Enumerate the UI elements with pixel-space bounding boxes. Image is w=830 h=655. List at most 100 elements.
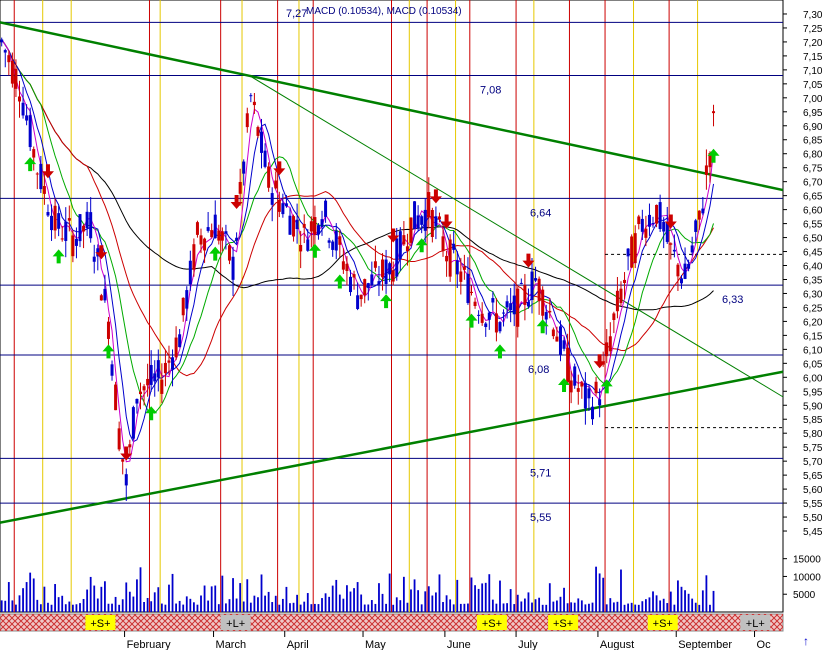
- y-tick-label: 5,95: [803, 387, 823, 398]
- candle-body: [445, 255, 449, 262]
- candle-body: [227, 245, 231, 261]
- candle-body: [252, 101, 256, 106]
- candle-body: [420, 216, 424, 225]
- candle-body: [128, 444, 132, 448]
- candle-body: [224, 231, 228, 234]
- volume-bar: [488, 574, 491, 612]
- volume-bar: [516, 594, 519, 612]
- candle-body: [67, 218, 71, 221]
- volume-bar: [104, 581, 106, 612]
- y-tick-label: 6,30: [803, 289, 823, 300]
- candle-body: [10, 60, 14, 84]
- volume-bar: [659, 600, 662, 612]
- candle-body: [195, 222, 199, 235]
- candle-body: [494, 313, 498, 333]
- volume-bar: [385, 603, 387, 612]
- candle-body: [502, 312, 506, 314]
- volume-bar: [648, 597, 651, 612]
- volume-bar: [146, 597, 149, 612]
- candle-body: [110, 364, 114, 376]
- candle-body: [398, 231, 402, 259]
- candle-body: [384, 259, 388, 285]
- candle-body: [541, 289, 545, 316]
- candle-body: [60, 238, 64, 240]
- volume-bar: [182, 604, 185, 612]
- volume-bar: [684, 590, 686, 612]
- candle-body: [50, 215, 54, 231]
- candle-body: [448, 239, 452, 277]
- volume-bar: [709, 604, 711, 612]
- y-tick-label: 7,30: [803, 10, 823, 21]
- volume-bar: [669, 591, 672, 612]
- scroll-up-icon[interactable]: ↑: [803, 634, 809, 648]
- candle-body: [185, 290, 189, 309]
- candle-body: [245, 113, 249, 128]
- volume-bar: [160, 603, 163, 612]
- volume-bar: [217, 604, 220, 612]
- volume-bar: [463, 603, 466, 612]
- candle-body: [583, 382, 587, 409]
- candle-body: [373, 261, 377, 268]
- candle-body: [477, 314, 481, 316]
- volume-bar: [406, 602, 409, 612]
- volume-bar: [36, 599, 39, 612]
- candle-body: [21, 102, 25, 116]
- volume-bar: [153, 592, 156, 612]
- volume-bar: [50, 604, 53, 612]
- volume-bar: [545, 604, 548, 612]
- candle-body: [206, 227, 210, 231]
- volume-bar: [459, 603, 462, 612]
- y-tick-label: 6,95: [803, 108, 823, 119]
- price-chart: 7,08 6,64 6,33 6,08 5,71 5,55 7,30 7,25 7,20 7,1…: [0, 0, 830, 651]
- volume-bar: [71, 604, 74, 612]
- candle-body: [619, 288, 623, 304]
- signal-band: +S+ +L+ +S+ +S+ +S+ +L+: [0, 613, 784, 632]
- candle-body: [441, 236, 445, 252]
- y-tick-label: 6,45: [803, 248, 823, 259]
- candle-body: [28, 115, 32, 148]
- candle-body: [334, 230, 338, 251]
- y-tick-label: 6,10: [803, 345, 823, 356]
- volume-bar: [541, 604, 544, 612]
- volume-bar: [7, 582, 10, 612]
- candle-body: [523, 285, 527, 305]
- candle-body: [89, 212, 93, 239]
- candle-body: [512, 295, 516, 315]
- candle-body: [139, 391, 143, 395]
- volume-bar: [292, 602, 295, 612]
- volume-bar: [143, 602, 145, 612]
- candle-body: [484, 323, 488, 328]
- volume-bar: [456, 579, 459, 612]
- volume-bar: [264, 595, 266, 612]
- volume-bar: [467, 603, 469, 612]
- volume-bar: [328, 596, 331, 612]
- volume-bar: [705, 575, 708, 612]
- candle-body: [537, 278, 541, 302]
- candle-body: [687, 263, 691, 269]
- y-tick-label: 6,15: [803, 331, 823, 342]
- volume-bar: [68, 601, 71, 612]
- candle-body: [135, 398, 139, 404]
- candle-body: [149, 365, 153, 385]
- volume-bar: [22, 588, 24, 612]
- candle-body: [405, 246, 409, 252]
- x-tick-label: May: [365, 639, 386, 650]
- y-tick-label: 5,65: [803, 471, 823, 482]
- volume-bar: [691, 598, 694, 612]
- candle-body: [587, 388, 591, 399]
- volume-bar: [627, 603, 629, 612]
- volume-bar: [481, 583, 484, 612]
- candle-body: [366, 283, 370, 288]
- candle-body: [71, 235, 75, 257]
- volume-bar: [267, 591, 270, 612]
- volume-bar: [18, 595, 21, 612]
- volume-bar: [214, 585, 217, 612]
- y-tick-label: 5,60: [803, 485, 823, 496]
- signal-band-label: +S+: [482, 618, 502, 630]
- volume-bar: [96, 598, 99, 612]
- candle-body: [231, 256, 235, 280]
- volume-bar: [338, 594, 341, 612]
- volume-bar: [64, 604, 67, 612]
- volume-bar: [82, 598, 85, 612]
- volume-bar: [591, 602, 594, 612]
